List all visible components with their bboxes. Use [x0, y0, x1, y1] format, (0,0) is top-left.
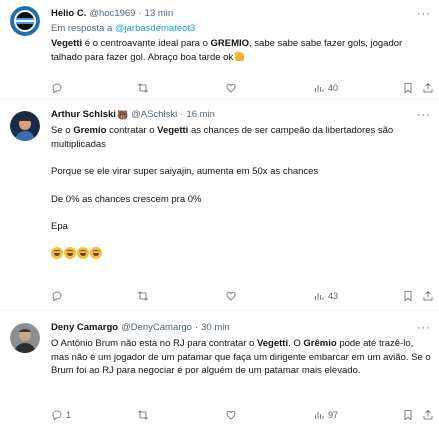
reply-icon [52, 83, 62, 94]
laughing-emoji-icon [64, 246, 76, 259]
text-run: Se o [51, 125, 74, 136]
share-icon [423, 409, 433, 420]
text-run: . O [288, 338, 304, 349]
tweet[interactable]: Arthur Schlski 🐻 @ASchlski · 16 min ··· … [0, 99, 439, 310]
bookmark-button[interactable] [402, 290, 414, 302]
share-icon [423, 290, 433, 301]
text-paragraph: Epa [51, 221, 68, 232]
views-count: 40 [328, 83, 339, 93]
reply-icon [52, 410, 62, 421]
author-handle[interactable]: @ASchlski [131, 108, 177, 122]
author-handle[interactable]: @hoc1969 [89, 7, 135, 21]
tweet-text: O Antônio Brum não está no RJ para contr… [51, 337, 431, 378]
text-paragraph: De 0% as chances crescem pra 0% [51, 193, 202, 205]
action-bar: 1 97 [51, 407, 434, 423]
bookmark-icon [404, 291, 412, 302]
bold-word: Vegetti [51, 38, 83, 49]
timestamp[interactable]: 30 min [201, 321, 230, 335]
separator-dot: · [138, 8, 142, 19]
like-button[interactable] [225, 82, 240, 94]
like-button[interactable] [225, 409, 240, 421]
like-icon [226, 83, 236, 93]
tweet[interactable]: Helio C. @hoc1969 · 13 min ··· Em respos… [0, 0, 439, 99]
views-icon [315, 293, 324, 300]
bookmark-icon [404, 410, 412, 421]
bold-word: GREMIO [210, 38, 250, 49]
author-name[interactable]: Arthur Schlski [51, 108, 116, 122]
reply-button[interactable]: 1 [51, 409, 71, 421]
views-count: 97 [328, 410, 339, 420]
retweet-icon [138, 291, 148, 301]
timestamp[interactable]: 13 min [145, 7, 174, 21]
views-icon [315, 85, 324, 92]
laughing-emoji-icon [77, 246, 89, 259]
retweet-icon [138, 83, 148, 93]
like-icon [226, 410, 236, 420]
views-button[interactable]: 43 [313, 290, 338, 302]
text-run: é o centroavante ideal para o [82, 38, 211, 49]
timestamp[interactable]: 16 min [186, 108, 215, 122]
bookmark-icon [404, 83, 412, 94]
share-icon [423, 82, 433, 93]
separator-dot: · [194, 322, 199, 333]
laughing-emoji-row [51, 246, 431, 261]
text-paragraph: Porque se ele virar super saiyajin, aume… [51, 166, 319, 177]
text-run: contratar o [106, 125, 158, 136]
retweet-icon [138, 410, 148, 420]
reply-icon [52, 291, 62, 302]
share-button[interactable] [422, 82, 434, 94]
reply-mention[interactable]: @jarbasdemateot3 [115, 23, 195, 34]
reply-prefix: Em resposta a [51, 23, 113, 34]
text-run: O Antônio Brum não está no RJ para contr… [51, 338, 257, 349]
retweet-button[interactable] [137, 290, 152, 302]
laughing-emoji-icon [90, 246, 102, 259]
retweet-button[interactable] [137, 409, 152, 421]
views-button[interactable]: 97 [313, 409, 338, 421]
separator-dot: · [180, 109, 184, 120]
tweet-text: Se o Gremio contratar o Vegetti as chanc… [51, 124, 431, 260]
views-icon [315, 412, 324, 419]
bold-word: Grêmio [303, 338, 337, 349]
more-icon[interactable]: ··· [417, 108, 431, 122]
share-button[interactable] [422, 290, 434, 302]
laughing-emoji-icon [51, 246, 63, 259]
reply-button[interactable] [51, 290, 66, 302]
author-name[interactable]: Deny Camargo [51, 321, 118, 335]
bookmark-button[interactable] [402, 82, 414, 94]
bookmark-button[interactable] [402, 409, 414, 421]
reply-count: 1 [66, 410, 72, 420]
bold-word: Vegetti [256, 338, 289, 349]
avatar[interactable] [10, 323, 40, 353]
action-bar: 43 [51, 288, 434, 304]
reply-button[interactable] [51, 82, 66, 94]
like-button[interactable] [225, 290, 240, 302]
avatar[interactable] [10, 111, 40, 141]
retweet-button[interactable] [137, 82, 152, 94]
action-bar: 40 [51, 80, 434, 96]
bear-emoji-icon: 🐻 [116, 110, 129, 120]
bold-word: Vegetti [157, 125, 189, 136]
share-button[interactable] [422, 409, 434, 421]
tweet-text: Vegetti é o centroavante ideal para o GR… [51, 37, 431, 64]
like-icon [226, 291, 236, 301]
thumbs-up-emoji-icon [235, 51, 245, 61]
author-handle[interactable]: @DenyCamargo [121, 321, 192, 335]
reply-context: Em resposta a @jarbasdemateot3 [51, 22, 431, 35]
tweet[interactable]: Deny Camargo @DenyCamargo · 30 min ··· O… [0, 310, 439, 432]
avatar[interactable] [10, 6, 40, 36]
author-name[interactable]: Helio C. [51, 7, 86, 21]
views-button[interactable]: 40 [313, 82, 338, 94]
more-icon[interactable]: ··· [417, 7, 431, 21]
bold-word: Gremio [73, 125, 107, 136]
views-count: 43 [328, 291, 339, 301]
more-icon[interactable]: ··· [417, 321, 431, 335]
